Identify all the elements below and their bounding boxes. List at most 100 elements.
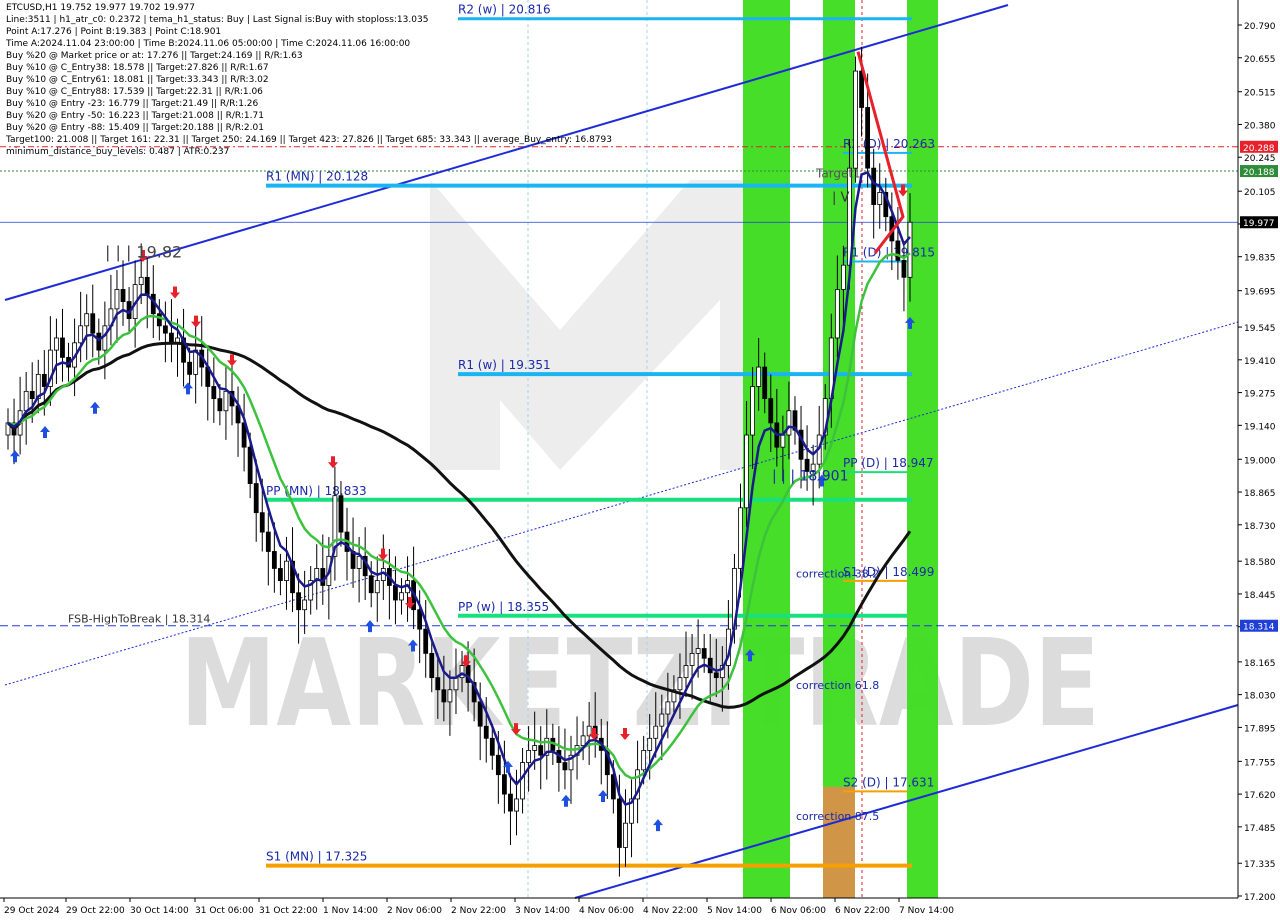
candle-body xyxy=(338,495,344,533)
candle-body xyxy=(29,390,35,400)
candle-body xyxy=(217,398,223,412)
candle-body xyxy=(96,332,102,351)
candle-body xyxy=(223,390,229,412)
info-line: Buy %20 @ Entry -50: 16.223 || Target:21… xyxy=(6,111,264,121)
x-tick-label: 1 Nov 14:00 xyxy=(323,906,378,916)
candle-body xyxy=(102,325,108,351)
annotation-label: Target1 xyxy=(815,166,861,180)
candle-body xyxy=(853,70,858,169)
x-tick-label: 6 Nov 22:00 xyxy=(835,906,890,916)
y-tick-label: 18.580 xyxy=(1244,558,1276,568)
candle-body xyxy=(641,750,647,771)
y-tick-label: 17.485 xyxy=(1244,824,1276,834)
level-label: S1 (MN) | 17.325 xyxy=(266,850,367,864)
candle-body xyxy=(562,762,568,771)
candle-body xyxy=(713,672,719,679)
x-tick-label: 30 Oct 14:00 xyxy=(130,906,189,916)
y-tick-label: 17.895 xyxy=(1244,724,1276,734)
candle-body xyxy=(54,337,59,351)
candle-body xyxy=(144,276,150,295)
level-label: PP (w) | 18.355 xyxy=(458,600,549,614)
candle-body xyxy=(877,192,883,205)
annotation-label: FSB-HighToBreak | 18.314 xyxy=(68,613,210,626)
green-zone xyxy=(823,0,855,898)
candle-body xyxy=(580,735,586,746)
candle-body xyxy=(435,677,441,691)
info-line: Buy %20 @ Market price or at: 17.276 || … xyxy=(6,51,303,61)
y-tick-label: 18.165 xyxy=(1244,659,1276,669)
candle-body xyxy=(762,366,768,400)
info-line: ETCUSD,H1 19.752 19.977 19.702 19.977 xyxy=(6,3,195,13)
candle-body xyxy=(477,701,483,727)
candle-body xyxy=(768,398,774,424)
price-axis: 20.790 20.655 20.515 20.380 20.245 20.105 19.9… xyxy=(1237,0,1280,920)
x-tick-label: 6 Nov 06:00 xyxy=(771,906,826,916)
candle-body xyxy=(508,793,513,812)
x-tick-label: 5 Nov 14:00 xyxy=(707,906,762,916)
candle-body xyxy=(320,568,326,586)
candle-body xyxy=(114,289,120,310)
candle-body xyxy=(169,332,174,344)
candle-body xyxy=(653,725,659,739)
candle-body xyxy=(296,592,301,611)
candle-body xyxy=(538,745,544,756)
candle-body xyxy=(526,750,532,763)
candle-body xyxy=(247,446,253,484)
orange-zone xyxy=(823,786,855,898)
x-tick-label: 31 Oct 06:00 xyxy=(195,906,254,916)
y-tick-label: 20.790 xyxy=(1244,22,1276,32)
candle-body xyxy=(677,677,683,691)
y-tick-label: 19.275 xyxy=(1244,390,1276,400)
info-line: Buy %10 @ C_Entry61: 18.081 || Target:33… xyxy=(6,75,269,85)
y-tick-label: 19.835 xyxy=(1244,254,1276,264)
annotation-label: | | | 19.82 xyxy=(105,242,182,261)
candle-body xyxy=(502,774,507,795)
info-line: Time A:2024.11.04 23:00:00 | Time B:2024… xyxy=(6,39,411,49)
candle-body xyxy=(665,701,671,715)
x-tick-label: 31 Oct 22:00 xyxy=(259,906,318,916)
info-line: Buy %20 @ Entry -88: 15.409 || Target:20… xyxy=(6,123,264,133)
candle-body xyxy=(695,648,701,654)
candle-body xyxy=(259,512,265,533)
info-line: Line:3511 | h1_atr_c0: 0.2372 | tema_h1_… xyxy=(6,15,429,25)
price-tag-label: 18.314 xyxy=(1243,623,1275,633)
candle-body xyxy=(138,276,144,286)
candle-body xyxy=(453,677,459,691)
y-tick-label: 19.140 xyxy=(1244,422,1276,432)
candle-body xyxy=(895,240,901,261)
candle-body xyxy=(399,592,404,601)
info-line: Buy %10 @ C_Entry88: 17.539 || Target:22… xyxy=(6,87,263,97)
candle-body xyxy=(495,754,501,776)
candle-body xyxy=(187,361,193,375)
candle-body xyxy=(744,434,749,509)
y-tick-label: 20.655 xyxy=(1244,55,1276,65)
candle-body xyxy=(901,259,907,278)
y-tick-label: 20.380 xyxy=(1244,121,1276,131)
candle-body xyxy=(120,289,126,302)
candle-body xyxy=(41,373,47,387)
candle-body xyxy=(834,289,840,339)
candle-body xyxy=(253,483,259,514)
candle-body xyxy=(162,325,168,334)
green-zone xyxy=(907,0,938,898)
candle-body xyxy=(271,551,277,569)
candle-body xyxy=(532,745,538,751)
x-tick-label: 29 Oct 2024 xyxy=(4,906,60,916)
candle-body xyxy=(738,507,743,569)
y-tick-label: 18.865 xyxy=(1244,489,1276,499)
candle-body xyxy=(447,689,453,703)
candle-body xyxy=(483,725,489,739)
candle-body xyxy=(393,585,398,601)
level-label: R2 (w) | 20.816 xyxy=(458,3,551,17)
x-tick-label: 2 Nov 06:00 xyxy=(387,906,442,916)
y-tick-label: 18.445 xyxy=(1244,591,1276,601)
y-tick-label: 17.620 xyxy=(1244,791,1276,801)
candle-body xyxy=(780,434,786,448)
candle-body xyxy=(374,580,380,594)
annotation-label: | V xyxy=(832,191,850,206)
candle-body xyxy=(514,798,519,812)
x-tick-label: 4 Nov 22:00 xyxy=(643,906,698,916)
info-line: Point A:17.276 | Point B:19.383 | Point … xyxy=(6,27,222,37)
candle-body xyxy=(78,325,84,344)
x-tick-label: 7 Nov 14:00 xyxy=(899,906,954,916)
